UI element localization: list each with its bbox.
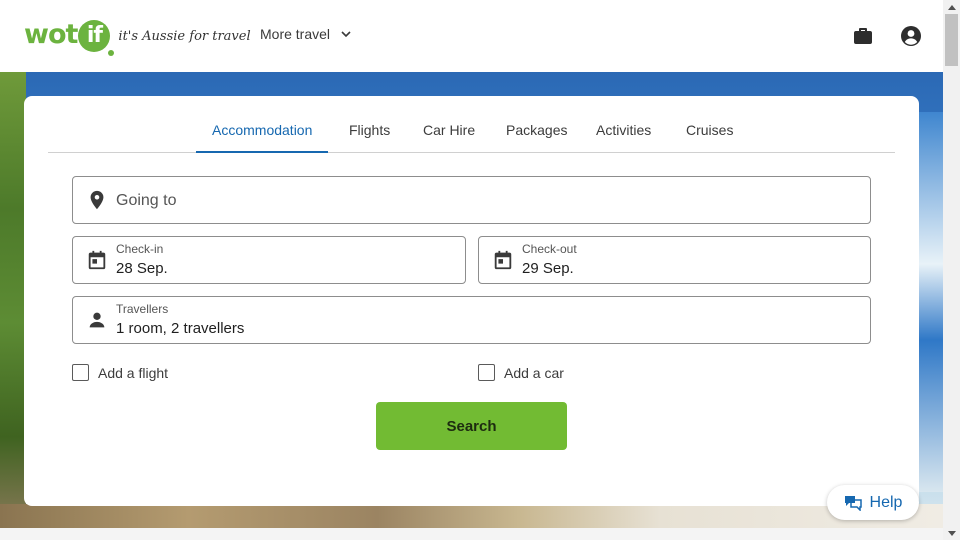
account-circle-icon[interactable] (899, 24, 923, 48)
chevron-down-icon (341, 31, 351, 38)
add-flight-checkbox[interactable] (72, 364, 89, 381)
scroll-thumb[interactable] (945, 14, 958, 66)
product-tabs: Accommodation Flights Car Hire Packages … (48, 96, 895, 153)
checkout-value: 29 Sep. (522, 260, 574, 277)
person-icon (89, 312, 105, 328)
destination-input[interactable]: Going to (72, 176, 871, 224)
tab-packages[interactable]: Packages (506, 122, 567, 153)
tab-activities[interactable]: Activities (596, 122, 651, 153)
checkin-value: 28 Sep. (116, 260, 168, 277)
destination-placeholder: Going to (116, 192, 177, 209)
add-flight-label: Add a flight (98, 364, 169, 381)
search-button[interactable]: Search (376, 402, 567, 450)
checkout-field[interactable]: Check-out 29 Sep. (478, 236, 871, 284)
tab-cruises[interactable]: Cruises (686, 122, 733, 153)
calendar-icon (494, 250, 512, 270)
more-travel-label: More travel (260, 26, 331, 42)
add-car-checkbox[interactable] (478, 364, 495, 381)
scroll-down-arrow[interactable] (943, 526, 960, 540)
logo-if-badge: if (78, 20, 111, 52)
logo-tagline: it's Aussie for travel (118, 28, 251, 44)
add-flight-option[interactable]: Add a flight (72, 364, 168, 381)
chat-bubbles-icon (844, 495, 862, 511)
more-travel-menu[interactable]: More travel (260, 26, 352, 42)
scroll-up-arrow[interactable] (943, 0, 960, 14)
calendar-icon (88, 250, 106, 270)
search-card: Accommodation Flights Car Hire Packages … (24, 96, 919, 506)
tab-accommodation[interactable]: Accommodation (196, 122, 329, 153)
wotif-logo[interactable]: wot if it's Aussie for travel (24, 18, 251, 56)
tab-flights[interactable]: Flights (349, 122, 390, 153)
location-pin-icon (90, 190, 104, 210)
add-car-option[interactable]: Add a car (478, 364, 564, 381)
checkin-field[interactable]: Check-in 28 Sep. (72, 236, 466, 284)
site-header: wot if it's Aussie for travel More travel (0, 0, 943, 72)
travellers-field[interactable]: Travellers 1 room, 2 travellers (72, 296, 871, 344)
travellers-label: Travellers (116, 302, 169, 316)
help-label: Help (869, 493, 903, 511)
briefcase-icon[interactable] (851, 24, 875, 48)
add-car-label: Add a car (504, 364, 564, 381)
checkout-label: Check-out (522, 242, 577, 256)
logo-wordmark: wot if (24, 19, 115, 56)
travellers-value: 1 room, 2 travellers (116, 320, 245, 337)
checkin-label: Check-in (116, 242, 164, 256)
page-scrollbar[interactable] (943, 0, 960, 540)
help-button[interactable]: Help (827, 485, 919, 520)
tab-car-hire[interactable]: Car Hire (423, 122, 475, 153)
